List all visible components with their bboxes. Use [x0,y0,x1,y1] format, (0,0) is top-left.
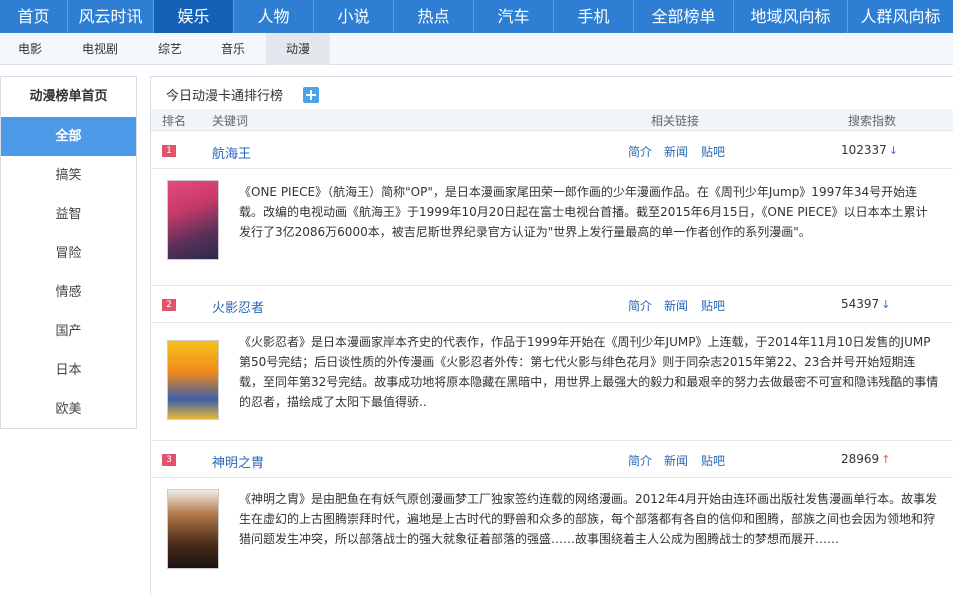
subnav-anime[interactable]: 动漫 [266,33,330,65]
subnav-variety[interactable]: 综艺 [140,33,200,65]
ranking-panel: 今日动漫卡通排行榜 排名 关键词 相关链接 搜索指数 1 航海王 简介 新闻 贴… [150,76,953,595]
tieba-link[interactable]: 贴吧 [701,143,725,160]
nav-region-trends[interactable]: 地域风向标 [734,0,848,33]
col-keyword: 关键词 [212,114,249,128]
sidebar-title[interactable]: 动漫榜单首页 [1,77,136,117]
index-value: 54397 [841,297,880,311]
description: 《神明之胄》是由肥鱼在有妖气原创漫画梦工厂独家签约连载的网络漫画。2012年4月… [239,492,938,546]
sidebar-item-comedy[interactable]: 搞笑 [1,156,136,195]
news-link[interactable]: 新闻 [664,297,688,314]
nav-car[interactable]: 汽车 [474,0,554,33]
sidebar-item-japan[interactable]: 日本 [1,351,136,390]
subnav-tv-series[interactable]: 电视剧 [60,33,140,65]
row-detail: 《神明之胄》是由肥鱼在有妖气原创漫画梦工厂独家签约连载的网络漫画。2012年4月… [151,479,953,595]
top-nav: 首页 风云时讯 娱乐 人物 小说 热点 汽车 手机 全部榜单 地域风向标 人群风… [0,0,953,33]
news-link[interactable]: 新闻 [664,452,688,469]
col-links: 相关链接 [651,114,700,128]
table-row: 3 神明之胄 简介 新闻 贴吧 28969 ↑ [151,442,953,478]
keyword-link[interactable]: 航海王 [212,143,251,162]
description: 《火影忍者》是日本漫画家岸本齐史的代表作，作品于1999年开始在《周刊少年JUM… [239,335,939,409]
col-index: 搜索指数 [848,114,897,128]
intro-link[interactable]: 简介 [628,452,652,469]
nav-crowd-trends[interactable]: 人群风向标 [848,0,953,33]
nav-hot[interactable]: 热点 [394,0,474,33]
rank-badge: 3 [162,454,176,466]
tieba-link[interactable]: 贴吧 [701,297,725,314]
nav-entertainment[interactable]: 娱乐 [154,0,234,33]
nav-people[interactable]: 人物 [234,0,314,33]
intro-link[interactable]: 简介 [628,297,652,314]
sidebar-item-adventure[interactable]: 冒险 [1,234,136,273]
nav-home[interactable]: 首页 [0,0,68,33]
index-value: 102337 [841,143,887,157]
row-detail: 《ONE PIECE》（航海王）简称"OP"，是日本漫画家尾田荣一郎作画的少年漫… [151,170,953,286]
trend-down-icon: ↓ [881,298,891,311]
rank-badge: 1 [162,145,176,157]
subnav-movie[interactable]: 电影 [0,33,60,65]
search-index: 54397 ↓ [841,297,890,311]
description: 《ONE PIECE》（航海王）简称"OP"，是日本漫画家尾田荣一郎作画的少年漫… [239,185,928,239]
nav-novel[interactable]: 小说 [314,0,394,33]
col-rank: 排名 [162,114,187,128]
table-row: 2 火影忍者 简介 新闻 贴吧 54397 ↓ [151,287,953,323]
tieba-link[interactable]: 贴吧 [701,452,725,469]
intro-link[interactable]: 简介 [628,143,652,160]
news-link[interactable]: 新闻 [664,143,688,160]
sub-nav: 电影 电视剧 综艺 音乐 动漫 [0,33,953,65]
cover-image[interactable] [167,180,219,260]
row-detail: 《火影忍者》是日本漫画家岸本齐史的代表作，作品于1999年开始在《周刊少年JUM… [151,324,953,441]
index-value: 28969 [841,452,880,466]
sidebar-item-puzzle[interactable]: 益智 [1,195,136,234]
cover-image[interactable] [167,340,219,420]
cover-image[interactable] [167,489,219,569]
rank-badge: 2 [162,299,176,311]
plus-icon[interactable] [303,87,319,103]
sidebar-item-domestic[interactable]: 国产 [1,312,136,351]
nav-news[interactable]: 风云时讯 [68,0,154,33]
search-index: 28969 ↑ [841,452,890,466]
table-header: 排名 关键词 相关链接 搜索指数 [151,109,953,131]
subnav-music[interactable]: 音乐 [200,33,266,65]
category-sidebar: 动漫榜单首页 全部 搞笑 益智 冒险 情感 国产 日本 欧美 [0,76,137,429]
search-index: 102337 ↓ [841,143,898,157]
trend-down-icon: ↓ [888,144,899,157]
sidebar-item-all[interactable]: 全部 [1,117,136,156]
trend-up-icon: ↑ [881,453,891,466]
nav-phone[interactable]: 手机 [554,0,634,33]
nav-all-rankings[interactable]: 全部榜单 [634,0,734,33]
sidebar-item-western[interactable]: 欧美 [1,390,136,429]
sidebar-item-romance[interactable]: 情感 [1,273,136,312]
panel-title: 今日动漫卡通排行榜 [166,89,284,104]
keyword-link[interactable]: 火影忍者 [212,297,264,316]
table-row: 1 航海王 简介 新闻 贴吧 102337 ↓ [151,133,953,169]
keyword-link[interactable]: 神明之胄 [212,452,264,471]
